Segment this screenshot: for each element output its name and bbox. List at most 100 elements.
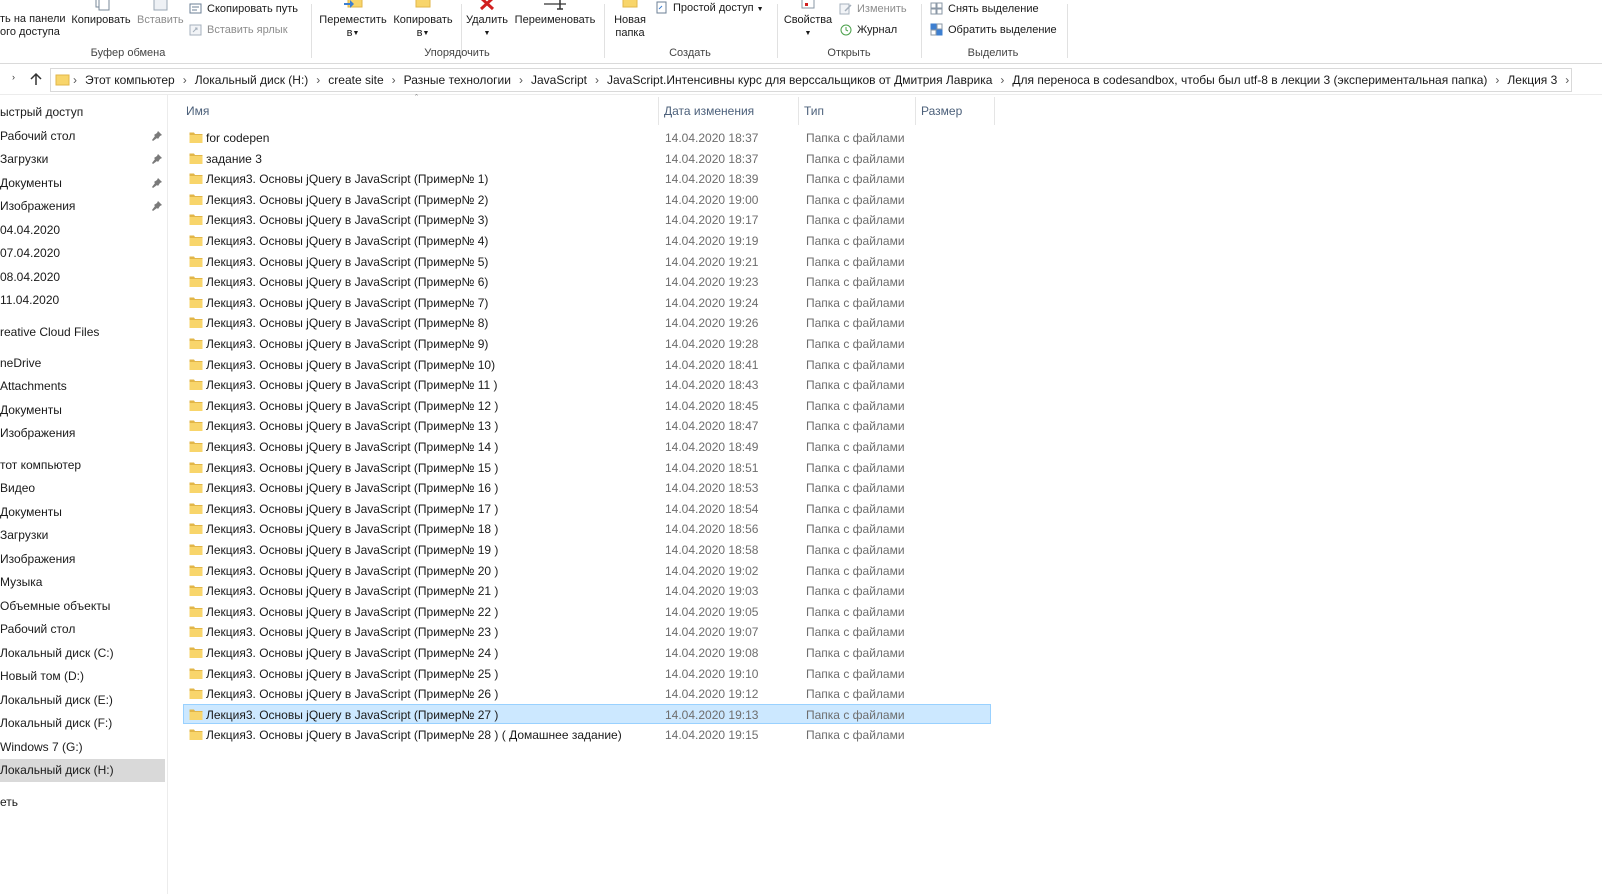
column-header-size[interactable]: Размер [916,97,995,125]
invert-selection-button[interactable]: Обратить выделение [930,22,1057,38]
nav-item[interactable]: Локальный диск (E:) [0,689,165,712]
file-row[interactable]: Лекция3. Основы jQuery в JavaScript (При… [183,498,991,518]
nav-item[interactable]: 08.04.2020 [0,266,165,289]
nav-item[interactable]: Документы [0,399,165,422]
nav-item[interactable]: Рабочий стол [0,125,165,148]
chevron-down-icon[interactable]: › [12,72,15,82]
pin-quick-access-button[interactable]: ть на панели ого доступа [0,13,68,39]
rename-button[interactable]: Переименовать [511,0,599,26]
file-row[interactable]: Лекция3. Основы jQuery в JavaScript (При… [183,560,991,580]
file-row[interactable]: Лекция3. Основы jQuery в JavaScript (При… [183,415,991,435]
copy-to-label: Копировать [393,14,453,26]
breadcrumb-item[interactable]: Разные технологии [398,69,517,91]
breadcrumb-item[interactable]: JavaScript [525,69,593,91]
file-row[interactable]: Лекция3. Основы jQuery в JavaScript (При… [183,642,991,662]
breadcrumb-item[interactable]: Локальный диск (H:) [189,69,315,91]
breadcrumb-separator-icon[interactable]: › [593,69,601,91]
nav-item[interactable]: 11.04.2020 [0,289,165,312]
properties-button[interactable]: Свойства ▼ [780,0,836,39]
file-row[interactable]: Лекция3. Основы jQuery в JavaScript (При… [183,395,991,415]
nav-item[interactable]: Музыка [0,571,165,594]
nav-item[interactable]: Локальный диск (F:) [0,712,165,735]
file-row[interactable]: Лекция3. Основы jQuery в JavaScript (При… [183,436,991,456]
file-row[interactable]: Лекция3. Основы jQuery в JavaScript (При… [183,683,991,703]
nav-item[interactable]: еть [0,791,165,814]
breadcrumb-separator-icon[interactable]: › [517,69,525,91]
breadcrumb-item[interactable]: Лекция 3 [1501,69,1563,91]
nav-item[interactable]: Изображения [0,195,165,218]
breadcrumb-item[interactable]: JavaScript.Интенсивны курс для верссальщ… [601,69,998,91]
breadcrumb-item[interactable]: create site [322,69,389,91]
file-row[interactable]: Лекция3. Основы jQuery в JavaScript (При… [183,457,991,477]
nav-item[interactable]: Загрузки [0,524,165,547]
nav-item[interactable]: Новый том (D:) [0,665,165,688]
nav-item[interactable]: Объемные объекты [0,595,165,618]
delete-button[interactable]: Удалить ▼ [464,0,510,39]
easy-access-button[interactable]: Простой доступ ▼ [655,0,764,16]
breadcrumb-item[interactable]: Для переноса в codesandbox, чтобы был ut… [1006,69,1493,91]
breadcrumb-separator-icon[interactable]: › [390,69,398,91]
file-row[interactable]: Лекция3. Основы jQuery в JavaScript (При… [183,292,991,312]
breadcrumb-item[interactable]: Этот компьютер [79,69,181,91]
file-row[interactable]: Лекция3. Основы jQuery в JavaScript (При… [183,477,991,497]
column-header-date[interactable]: Дата изменения [659,97,799,125]
nav-item[interactable]: Локальный диск (C:) [0,642,165,665]
nav-item[interactable]: 04.04.2020 [0,219,165,242]
file-row[interactable]: Лекция3. Основы jQuery в JavaScript (При… [183,539,991,559]
nav-item[interactable]: Windows 7 (G:) [0,736,165,759]
nav-item[interactable]: Рабочий стол [0,618,165,641]
file-row[interactable]: Лекция3. Основы jQuery в JavaScript (При… [183,271,991,291]
file-row[interactable]: Лекция3. Основы jQuery в JavaScript (При… [183,663,991,683]
file-row[interactable]: Лекция3. Основы jQuery в JavaScript (При… [183,333,991,353]
paste-shortcut-button[interactable]: Вставить ярлык [189,22,288,38]
nav-item[interactable]: Attachments [0,375,165,398]
file-row[interactable]: Лекция3. Основы jQuery в JavaScript (При… [183,601,991,621]
file-row[interactable]: Лекция3. Основы jQuery в JavaScript (При… [183,312,991,332]
breadcrumb-separator-icon[interactable]: › [314,69,322,91]
file-row[interactable]: задание 3 14.04.2020 18:37 Папка с файлами [183,148,991,168]
nav-item[interactable]: Изображения [0,422,165,445]
copy-to-button[interactable]: Копировать в▼ [390,0,456,39]
file-row[interactable]: Лекция3. Основы jQuery в JavaScript (При… [183,251,991,271]
column-header-type[interactable]: Тип [799,97,916,125]
nav-item[interactable]: Загрузки [0,148,165,171]
file-row[interactable]: Лекция3. Основы jQuery в JavaScript (При… [183,703,991,724]
file-row[interactable]: Лекция3. Основы jQuery в JavaScript (При… [183,621,991,641]
file-row[interactable]: Лекция3. Основы jQuery в JavaScript (При… [183,354,991,374]
nav-item[interactable]: тот компьютер [0,454,165,477]
file-row[interactable]: Лекция3. Основы jQuery в JavaScript (При… [183,189,991,209]
file-row[interactable]: Лекция3. Основы jQuery в JavaScript (При… [183,230,991,250]
copy-button[interactable]: Копировать [70,0,132,26]
column-header-name[interactable]: Имя [181,97,659,125]
file-row[interactable]: Лекция3. Основы jQuery в JavaScript (При… [183,724,991,744]
new-folder-button[interactable]: Новая папка [608,0,652,39]
file-row[interactable]: Лекция3. Основы jQuery в JavaScript (При… [183,168,991,188]
up-arrow-icon[interactable] [29,72,43,86]
history-button[interactable]: Журнал [839,22,897,38]
nav-item[interactable]: Документы [0,501,165,524]
nav-item[interactable]: 07.04.2020 [0,242,165,265]
nav-item[interactable]: Изображения [0,548,165,571]
copy-path-button[interactable]: Скопировать путь [189,1,298,17]
breadcrumb-separator-icon[interactable]: › [181,69,189,91]
edit-button[interactable]: Изменить [839,1,907,17]
breadcrumb-separator-icon[interactable]: › [998,69,1006,91]
breadcrumb-separator-icon[interactable]: › [1563,69,1571,91]
move-to-button[interactable]: Переместить в▼ [317,0,389,39]
address-input[interactable]: › Этот компьютер › Локальный диск (H:) › crea… [50,68,1572,92]
breadcrumb-separator-icon[interactable]: › [1493,69,1501,91]
file-row[interactable]: Лекция3. Основы jQuery в JavaScript (При… [183,209,991,229]
paste-button[interactable]: Вставить [137,0,184,26]
breadcrumb-separator-icon[interactable]: › [71,69,79,91]
nav-item[interactable]: Документы [0,172,165,195]
nav-item[interactable]: ыстрый доступ [0,101,165,124]
file-row[interactable]: Лекция3. Основы jQuery в JavaScript (При… [183,580,991,600]
file-row[interactable]: for codepen 14.04.2020 18:37 Папка с файла… [183,127,991,147]
nav-item[interactable]: Локальный диск (H:) [0,759,165,782]
nav-item[interactable]: reative Cloud Files [0,321,165,344]
nav-item[interactable]: neDrive [0,352,165,375]
nav-item[interactable]: Видео [0,477,165,500]
file-row[interactable]: Лекция3. Основы jQuery в JavaScript (При… [183,374,991,394]
file-row[interactable]: Лекция3. Основы jQuery в JavaScript (При… [183,518,991,538]
select-none-button[interactable]: Снять выделение [930,1,1039,17]
